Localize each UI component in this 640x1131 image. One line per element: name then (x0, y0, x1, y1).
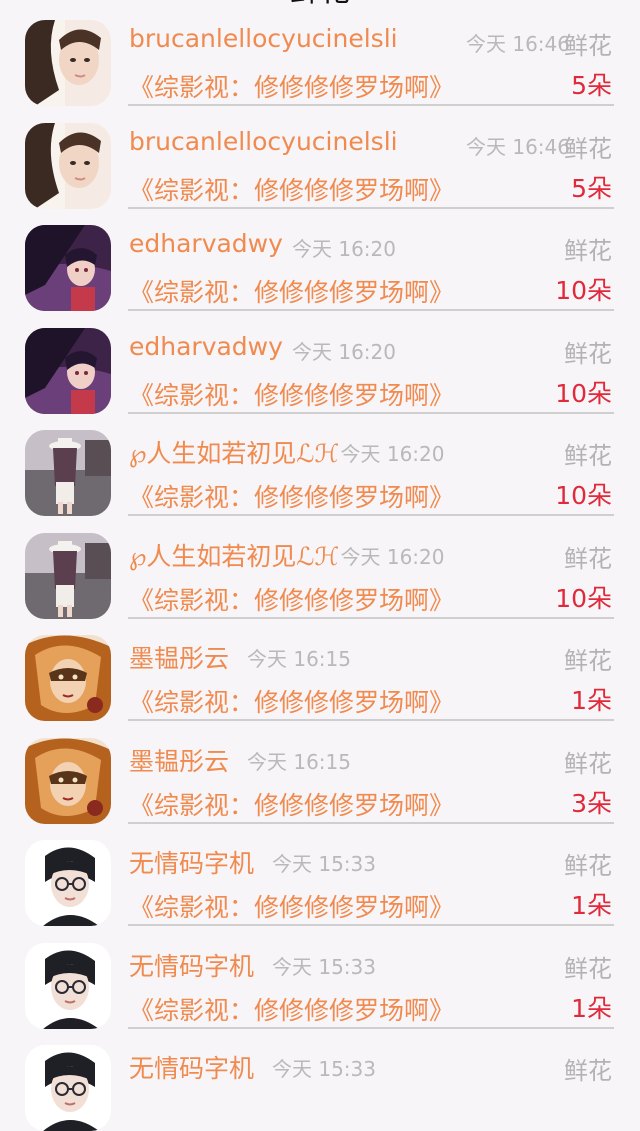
gift-type-label: 鲜花 (564, 32, 612, 60)
gift-type-label: 鲜花 (564, 1057, 612, 1085)
flower-count: 1朵 (571, 686, 612, 715)
timestamp: 今天 16:20 (340, 544, 445, 569)
timestamp: 今天 16:46 (466, 32, 570, 56)
book-title-link[interactable]: 《综影视：修修修修罗场啊》 (129, 171, 454, 207)
book-title-link[interactable]: 《综影视：修修修修罗场啊》 (129, 68, 454, 104)
gift-type-label: 鲜花 (564, 442, 612, 470)
flower-count: 1朵 (571, 993, 612, 1023)
user-name[interactable]: ℘人生如若初见ℒℋ (129, 434, 339, 470)
gift-type-label: 鲜花 (564, 852, 612, 880)
timestamp: 今天 16:20 (292, 237, 396, 261)
user-name[interactable]: 无情码字机 (129, 844, 254, 880)
user-name[interactable]: 无情码字机 (129, 1049, 254, 1085)
book-title-link[interactable]: 《综影视：修修修修罗场啊》 (129, 991, 454, 1027)
user-avatar[interactable] (25, 20, 111, 106)
flower-count: 1朵 (571, 891, 612, 920)
timestamp: 今天 16:15 (247, 647, 351, 671)
book-title-link[interactable]: 《综影视：修修修修罗场啊》 (129, 683, 454, 719)
list-item[interactable]: 无情码字机 今天 15:33 鲜花《综影视：修修修修罗场啊》 1朵 (0, 820, 640, 926)
timestamp: 今天 15:33 (272, 954, 376, 979)
flower-count: 3朵 (571, 788, 612, 818)
user-avatar[interactable] (25, 737, 111, 824)
user-name[interactable]: 墨韫彤云 (129, 639, 229, 675)
book-title-link[interactable]: 《综影视：修修修修罗场啊》 (129, 786, 454, 822)
gift-type-label: 鲜花 (564, 954, 612, 983)
timestamp: 今天 16:15 (247, 749, 351, 774)
timestamp: 今天 16:20 (292, 339, 396, 364)
gift-type-label: 鲜花 (564, 237, 612, 265)
gift-type-label: 鲜花 (564, 339, 612, 368)
user-name[interactable]: edharvadwy (129, 229, 283, 258)
list-item[interactable]: 墨韫彤云 今天 16:15 鲜花《综影视：修修修修罗场啊》 1朵 (0, 615, 640, 721)
timestamp: 今天 15:33 (272, 1057, 376, 1081)
book-title-link[interactable]: 《综影视：修修修修罗场啊》 (129, 376, 454, 412)
list-item[interactable]: edharvadwy 今天 16:20 鲜花《综影视：修修修修罗场啊》 10朵 (0, 308, 640, 414)
list-item[interactable]: brucanlellocyucinelsli 今天 16:46 鲜花《综影视：修修修… (0, 103, 640, 209)
user-avatar[interactable] (25, 532, 111, 619)
flower-count: 10朵 (555, 481, 612, 510)
book-title-link[interactable]: 《综影视：修修修修罗场啊》 (129, 581, 454, 617)
timestamp: 今天 16:46 (466, 134, 570, 159)
flower-count: 5朵 (571, 173, 612, 203)
list-item[interactable]: 无情码字机 今天 15:33 鲜花《综影视：修修修修罗场啊》 1朵 (0, 923, 640, 1029)
gift-type-label: 鲜花 (564, 647, 612, 675)
user-name[interactable]: 无情码字机 (129, 947, 254, 983)
user-avatar[interactable] (25, 840, 111, 926)
list-item[interactable]: ℘人生如若初见ℒℋ 今天 16:20 鲜花《综影视：修修修修罗场啊》 10朵 (0, 513, 640, 619)
gift-type-label: 鲜花 (564, 544, 612, 573)
user-avatar[interactable] (25, 430, 111, 516)
user-name[interactable]: brucanlellocyucinelsli (129, 127, 398, 156)
book-title-link[interactable]: 《综影视：修修修修罗场啊》 (129, 888, 454, 924)
timestamp: 今天 16:20 (340, 442, 445, 466)
user-avatar[interactable] (25, 225, 111, 311)
flower-count: 10朵 (555, 583, 612, 613)
user-avatar[interactable] (25, 327, 111, 414)
list-item[interactable]: edharvadwy 今天 16:20 鲜花《综影视：修修修修罗场啊》 10朵 (0, 205, 640, 311)
user-avatar[interactable] (25, 122, 111, 209)
list-item[interactable]: ℘人生如若初见ℒℋ 今天 16:20 鲜花《综影视：修修修修罗场啊》 10朵 (0, 410, 640, 516)
gift-type-label: 鲜花 (564, 134, 612, 163)
user-avatar[interactable] (25, 635, 111, 721)
flower-count: 10朵 (555, 276, 612, 305)
gift-type-label: 鲜花 (564, 749, 612, 778)
user-name[interactable]: ℘人生如若初见ℒℋ (129, 537, 339, 573)
user-name[interactable]: 墨韫彤云 (129, 742, 229, 778)
book-title-link[interactable]: 《综影视：修修修修罗场啊》 (129, 273, 454, 309)
flower-count: 10朵 (555, 378, 612, 408)
flower-count: 5朵 (571, 71, 612, 100)
user-name[interactable]: brucanlellocyucinelsli (129, 24, 398, 53)
book-title-link[interactable]: 《综影视：修修修修罗场啊》 (129, 478, 454, 514)
user-avatar[interactable] (25, 942, 111, 1029)
user-name[interactable]: edharvadwy (129, 332, 283, 361)
list-item[interactable]: 无情码字机 今天 15:33 鲜花 (0, 1025, 640, 1131)
timestamp: 今天 15:33 (272, 852, 376, 876)
list-item[interactable]: 墨韫彤云 今天 16:15 鲜花《综影视：修修修修罗场啊》 3朵 (0, 718, 640, 824)
list-item[interactable]: brucanlellocyucinelsli 今天 16:46 鲜花《综影视：修修修… (0, 0, 640, 106)
